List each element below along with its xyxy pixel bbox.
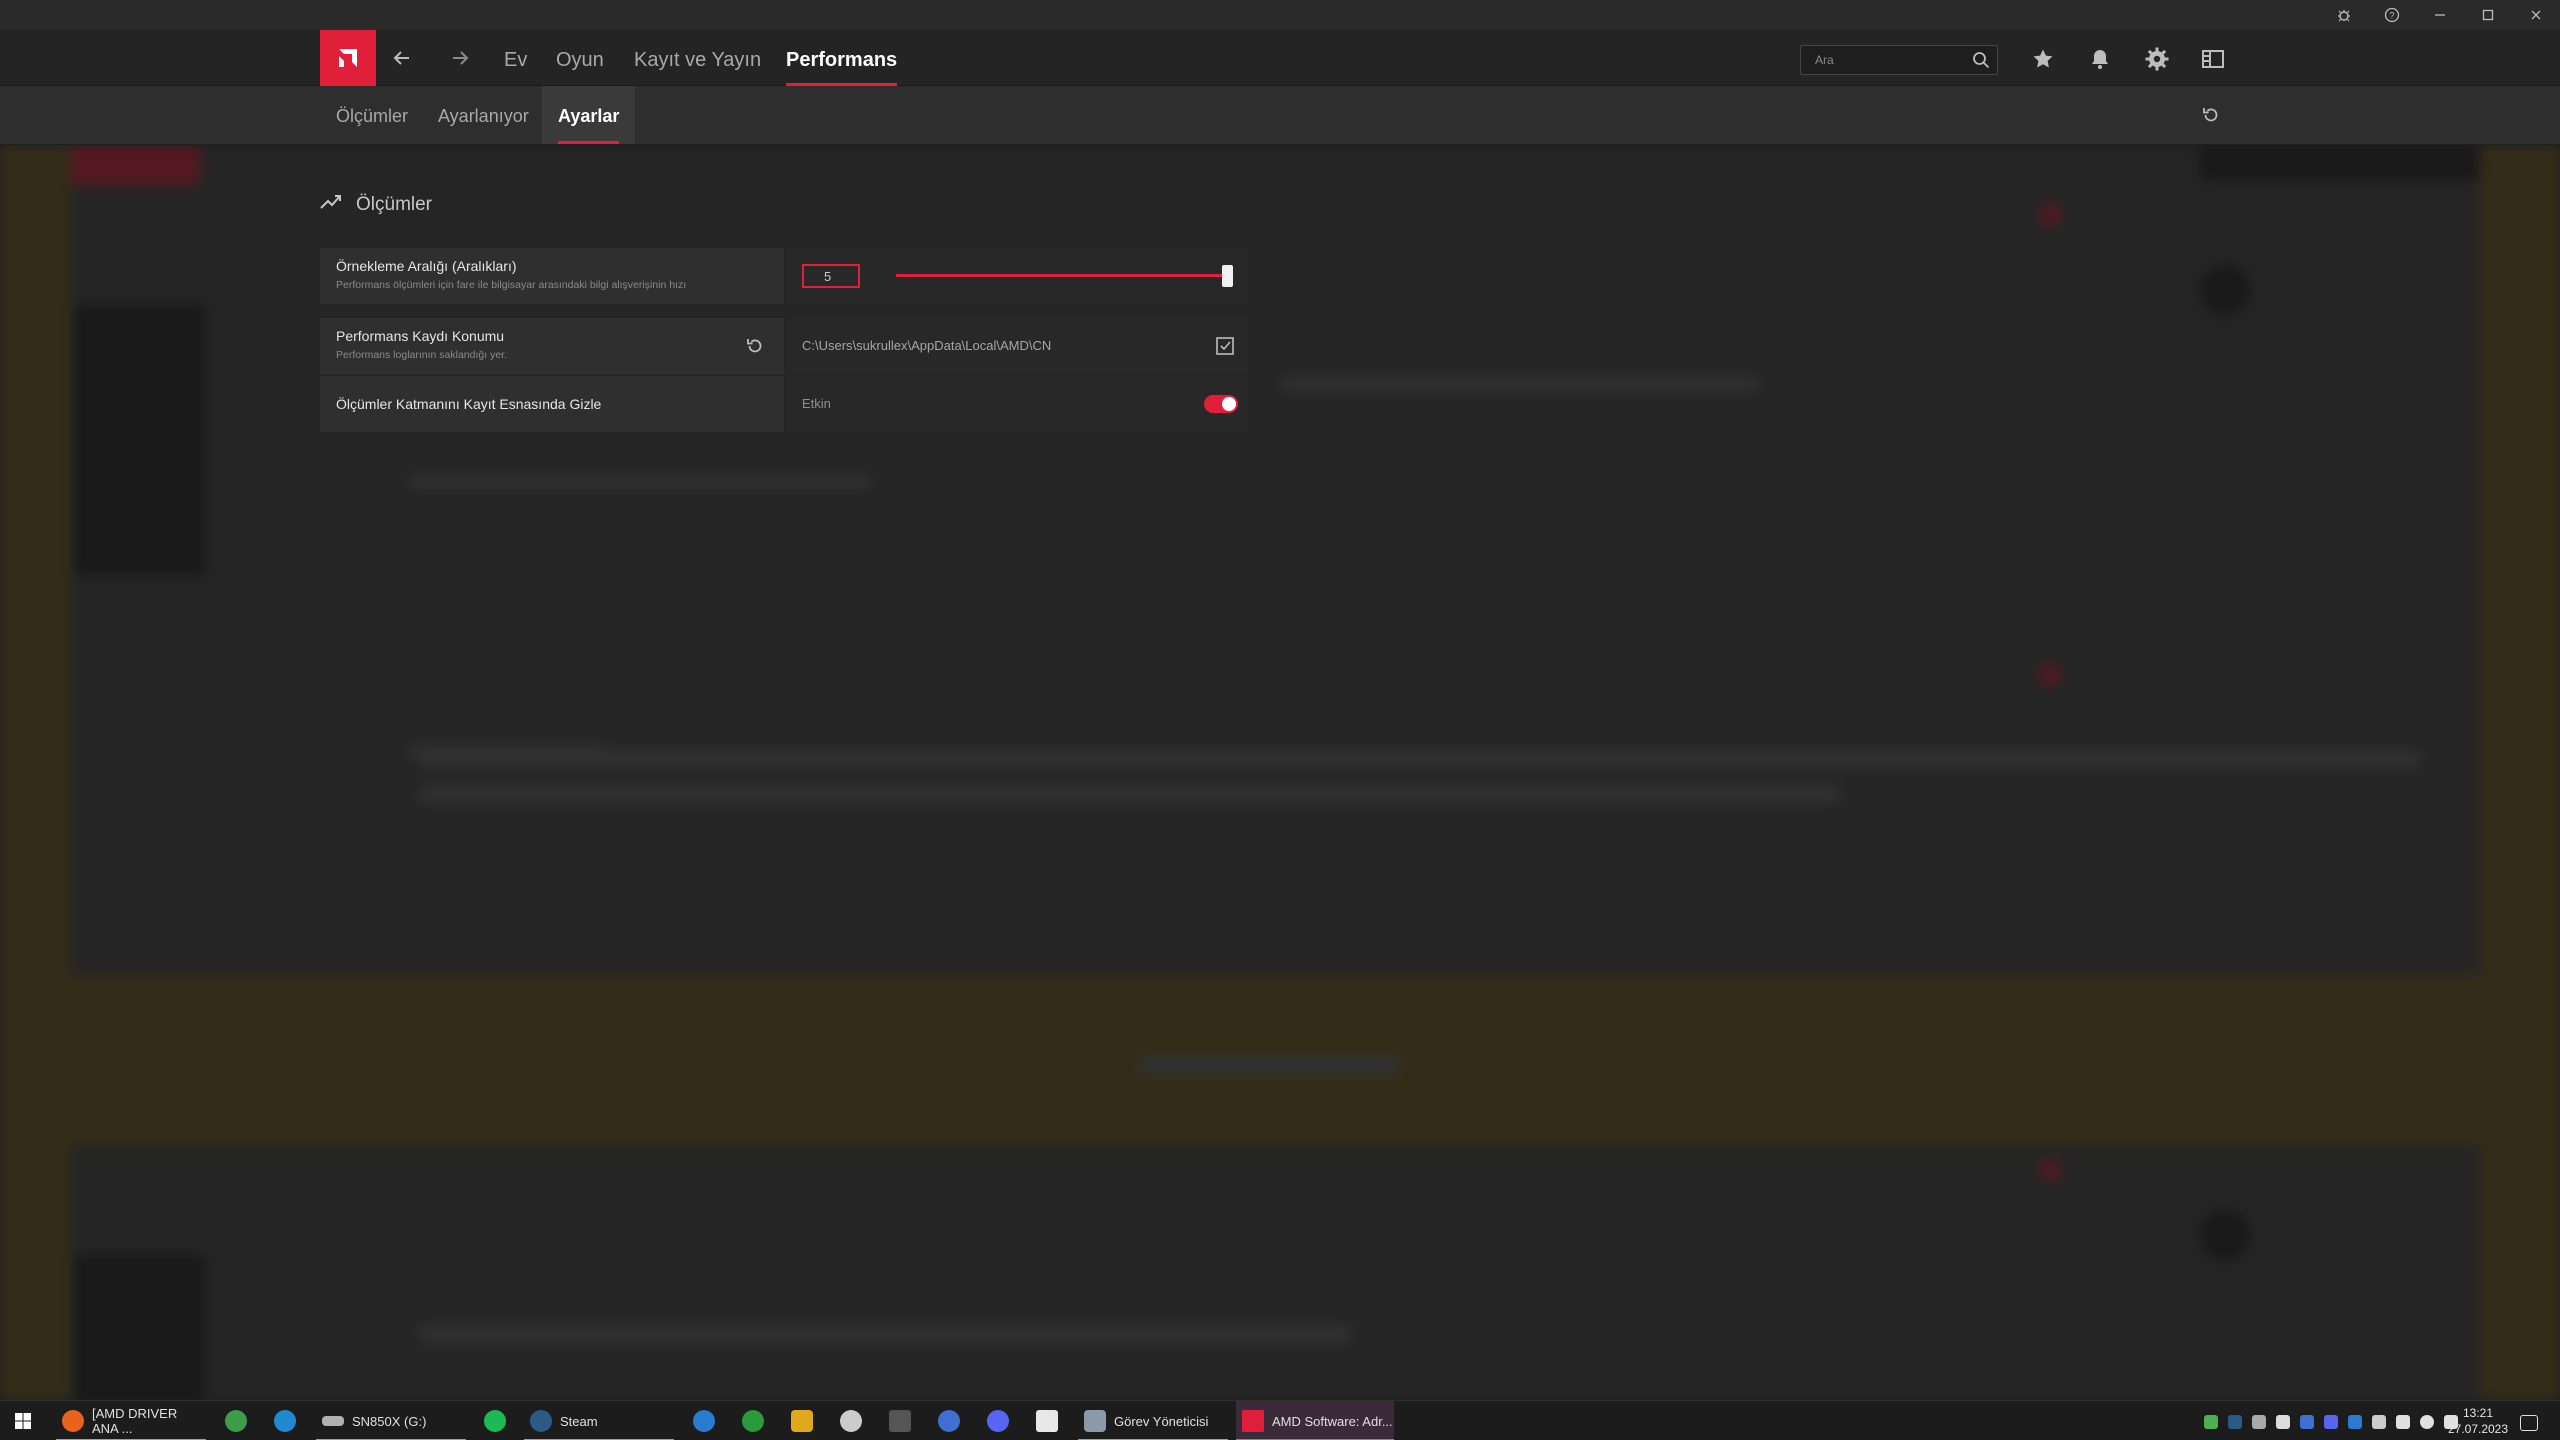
windows-start-icon [15, 1413, 31, 1429]
section-header: Ölçümler [320, 190, 432, 220]
title-bar: ? [0, 0, 2560, 30]
store-icon[interactable] [1036, 1410, 1058, 1432]
forward-arrow-icon[interactable] [444, 42, 476, 74]
tray-app-icon[interactable] [2252, 1415, 2266, 1429]
subtab-ayarlar[interactable]: Ayarlar [542, 86, 636, 144]
notifications-bell-icon[interactable] [2085, 44, 2115, 74]
taskbar: [AMD DRIVER ANA ... SN850X (G:) Steam Gö… [0, 1400, 2560, 1440]
taskbar-firefox[interactable]: [AMD DRIVER ANA ... [56, 1401, 206, 1440]
toggle-knob [1222, 397, 1236, 411]
tray-app-icon[interactable] [2300, 1415, 2314, 1429]
toggle-state-text: Etkin [802, 396, 831, 411]
maximize-icon[interactable] [2464, 0, 2512, 30]
clock-time: 13:21 [2462, 1406, 2494, 1420]
chrome-icon[interactable] [225, 1410, 247, 1432]
tray-app-icon[interactable] [2204, 1415, 2218, 1429]
notification-center-icon[interactable] [2520, 1415, 2538, 1431]
xbox-icon[interactable] [742, 1410, 764, 1432]
rockstar-icon[interactable] [791, 1410, 813, 1432]
setting-title: Ölçümler Katmanını Kayıt Esnasında Gizle [336, 396, 602, 412]
epic-games-icon[interactable] [889, 1410, 911, 1432]
taskbar-task-manager[interactable]: Görev Yöneticisi [1078, 1401, 1228, 1440]
gog-icon[interactable] [938, 1410, 960, 1432]
taskbar-label: Steam [560, 1413, 598, 1429]
setting-value: C:\Users\sukrullex\AppData\Local\AMD\CN [786, 318, 1248, 374]
setting-label: Performans Kaydı Konumu Performans logla… [320, 318, 784, 374]
subtab-ayarlaniyor[interactable]: Ayarlanıyor [438, 86, 529, 144]
search-box[interactable] [1800, 45, 1998, 75]
taskbar-label: Görev Yöneticisi [1114, 1413, 1209, 1429]
ubisoft-icon[interactable] [840, 1410, 862, 1432]
sub-navigation: Ölçümler Ayarlanıyor Ayarlar [0, 86, 2560, 145]
back-arrow-icon[interactable] [386, 42, 418, 74]
setting-hide-overlay: Ölçümler Katmanını Kayıt Esnasında Gizle… [320, 376, 1248, 432]
tray-app-icon[interactable] [2276, 1415, 2290, 1429]
setting-value: 5 [786, 248, 1248, 304]
favorites-star-icon[interactable] [2028, 44, 2058, 74]
tab-kayit-ve-yayin[interactable]: Kayıt ve Yayın [634, 30, 761, 86]
system-clock[interactable]: 13:21 27.07.2023 [2430, 1405, 2526, 1437]
taskbar-label: [AMD DRIVER ANA ... [92, 1406, 178, 1436]
tray-usb-icon[interactable] [2396, 1415, 2410, 1429]
drive-icon [322, 1416, 344, 1426]
tab-performans[interactable]: Performans [786, 30, 898, 86]
log-path-text: C:\Users\sukrullex\AppData\Local\AMD\CN [802, 338, 1052, 353]
discord-icon[interactable] [987, 1410, 1009, 1432]
metrics-trend-icon [320, 194, 342, 216]
setting-subtitle: Performans ölçümleri için fare ile bilgi… [336, 279, 687, 291]
top-navigation: Ev Oyun Kayıt ve Yayın Performans [0, 30, 2560, 86]
steam-icon [530, 1410, 552, 1432]
setting-subtitle: Performans loglarının saklandığı yer. [336, 349, 508, 361]
amd-icon [1242, 1410, 1264, 1432]
section-title: Ölçümler [356, 194, 433, 215]
setting-title: Örnekleme Aralığı (Aralıkları) [336, 258, 517, 274]
setting-log-location: Performans Kaydı Konumu Performans logla… [320, 318, 1248, 374]
task-manager-icon [1084, 1410, 1106, 1432]
firefox-icon [62, 1410, 84, 1432]
layout-panel-icon[interactable] [2198, 44, 2228, 74]
reset-defaults-icon[interactable] [2196, 100, 2226, 130]
help-icon[interactable]: ? [2368, 0, 2416, 30]
subtab-olcumler[interactable]: Ölçümler [336, 86, 408, 144]
taskbar-amd-software[interactable]: AMD Software: Adr... [1236, 1401, 1394, 1440]
reset-path-icon[interactable] [744, 335, 766, 357]
browse-folder-icon[interactable] [1214, 335, 1236, 357]
spotify-icon[interactable] [484, 1410, 506, 1432]
amd-logo-icon[interactable] [320, 30, 376, 86]
tray-app-icon[interactable] [2372, 1415, 2386, 1429]
taskbar-explorer[interactable]: SN850X (G:) [316, 1401, 466, 1440]
edge-icon[interactable] [274, 1410, 296, 1432]
setting-label: Ölçümler Katmanını Kayıt Esnasında Gizle [320, 376, 784, 432]
svg-text:?: ? [2389, 11, 2394, 21]
sampling-slider-track[interactable] [896, 274, 1228, 277]
minimize-icon[interactable] [2416, 0, 2464, 30]
tab-ev[interactable]: Ev [504, 30, 527, 86]
tray-discord-icon[interactable] [2324, 1415, 2338, 1429]
setting-label: Örnekleme Aralığı (Aralıkları) Performan… [320, 248, 784, 304]
sampling-value-input[interactable]: 5 [802, 264, 860, 288]
taskbar-steam[interactable]: Steam [524, 1401, 674, 1440]
bug-report-icon[interactable] [2320, 0, 2368, 30]
battlenet-icon[interactable] [693, 1410, 715, 1432]
tab-oyun[interactable]: Oyun [556, 30, 604, 86]
tray-steam-icon[interactable] [2228, 1415, 2242, 1429]
search-icon[interactable] [1971, 50, 1991, 70]
taskbar-label: AMD Software: Adr... [1272, 1413, 1393, 1429]
setting-value: Etkin [786, 376, 1248, 432]
settings-gear-icon[interactable] [2142, 44, 2172, 74]
hide-overlay-toggle[interactable] [1204, 395, 1238, 413]
clock-date: 27.07.2023 [2447, 1422, 2509, 1436]
taskbar-label: SN850X (G:) [352, 1413, 427, 1429]
setting-title: Performans Kaydı Konumu [336, 328, 505, 344]
search-input[interactable] [1815, 50, 1965, 70]
start-button[interactable] [8, 1401, 44, 1440]
sampling-slider-thumb[interactable] [1222, 265, 1233, 287]
setting-sampling-interval: Örnekleme Aralığı (Aralıkları) Performan… [320, 248, 1248, 304]
close-icon[interactable] [2512, 0, 2560, 30]
settings-list: Örnekleme Aralığı (Aralıkları) Performan… [320, 248, 1248, 434]
tray-app-icon[interactable] [2348, 1415, 2362, 1429]
